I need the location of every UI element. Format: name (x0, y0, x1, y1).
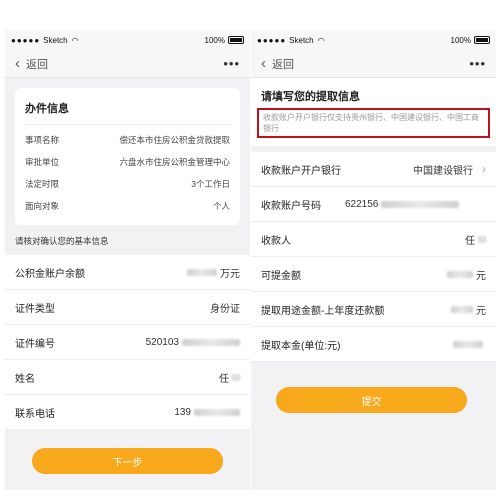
battery-icon (474, 36, 490, 44)
field-value: 万元 (220, 268, 240, 280)
info-label: 面向对象 (25, 201, 60, 211)
field-value: 身份证 (210, 303, 240, 315)
field-value-wrap (453, 340, 486, 348)
available-amount-row: 可提金额 元 (251, 257, 496, 292)
info-value: 偿还本市住房公积金贷款提取 (119, 135, 230, 145)
status-bar: ●●●●● Sketch ◠ 100% (5, 30, 250, 50)
repayment-amount-row: 提取用途金额-上年度还款额 元 (251, 292, 496, 327)
signal-icon: ●●●●● (11, 35, 41, 45)
info-value: 个人 (212, 201, 230, 211)
wifi-icon: ◠ (71, 35, 79, 45)
principal-row[interactable]: 提取本金(单位:元) (251, 327, 496, 362)
field-value-wrap: 中国建设银行 › (413, 162, 486, 177)
left-screen: ●●●●● Sketch ◠ 100% ‹ 返回 ••• 办件信息 事项名称 偿… (5, 30, 250, 490)
field-value: 任 (219, 373, 229, 385)
field-value-wrap: 任 (219, 370, 240, 385)
field-label: 提取本金(单位:元) (261, 340, 341, 352)
field-label: 证件编号 (15, 338, 55, 350)
redacted-value (451, 305, 473, 313)
basic-info-list: 公积金账户余额 万元 证件类型 身份证 证件编号 520103 姓名 任 联系电… (5, 255, 250, 430)
account-number-field[interactable]: 622156 (345, 199, 378, 210)
chevron-right-icon: › (482, 162, 486, 176)
confirm-hint: 请核对确认您的基本信息 (15, 236, 109, 246)
back-button[interactable]: 返回 (272, 56, 294, 72)
redacted-value (453, 340, 483, 348)
notice-wrap: 收款账户开户银行仅支持贵州银行、中国建设银行、中国工商银行 (251, 106, 496, 146)
redacted-value (232, 373, 240, 381)
info-row: 面向对象 个人 (25, 195, 230, 217)
field-value-wrap: 622156 (345, 199, 460, 210)
submit-button[interactable]: 提交 (276, 387, 467, 413)
field-row-id-number: 证件编号 520103 (5, 325, 250, 360)
payee-value: 任 (465, 235, 475, 247)
field-row-id-type: 证件类型 身份证 (5, 290, 250, 325)
field-value-wrap: 元 (447, 267, 486, 282)
info-row: 法定时限 3个工作日 (25, 173, 230, 195)
field-value-wrap: 139 (174, 407, 240, 418)
info-value: 3个工作日 (191, 179, 230, 189)
right-screen: ●●●●● Sketch ◠ 100% ‹ 返回 ••• 请填写您的提取信息 收… (251, 30, 496, 490)
field-label: 姓名 (15, 373, 35, 385)
field-value: 520103 (145, 336, 179, 348)
field-label: 联系电话 (15, 408, 55, 420)
redacted-value (187, 268, 217, 276)
redacted-value (447, 270, 473, 278)
info-card-title: 办件信息 (25, 96, 230, 125)
battery-icon (228, 36, 244, 44)
info-value: 六盘水市住房公积金管理中心 (119, 157, 230, 167)
withdraw-form: 收款账户开户银行 中国建设银行 › 收款账户号码 622156 收款人 任 可提… (251, 152, 496, 362)
nav-bar: ‹ 返回 ••• (251, 50, 496, 78)
field-value: 元 (476, 270, 486, 282)
field-label: 可提金额 (261, 270, 301, 282)
carrier-label: Sketch (43, 35, 68, 45)
info-label: 法定时限 (25, 179, 60, 189)
redacted-value (381, 200, 460, 208)
field-label: 公积金账户余额 (15, 268, 85, 280)
field-value-wrap: 任 (465, 232, 486, 247)
field-row-balance: 公积金账户余额 万元 (5, 255, 250, 290)
info-row: 事项名称 偿还本市住房公积金贷款提取 (25, 129, 230, 151)
battery-indicator: 100% (205, 36, 244, 45)
field-value-wrap: 520103 (146, 337, 240, 348)
field-row-phone: 联系电话 139 (5, 395, 250, 430)
signal-icon: ●●●●● (257, 35, 287, 45)
back-button[interactable]: 返回 (26, 56, 48, 72)
payee-row: 收款人 任 (251, 222, 496, 257)
chevron-left-icon[interactable]: ‹ (261, 56, 266, 71)
battery-indicator: 100% (451, 36, 490, 45)
next-button[interactable]: 下一步 (32, 448, 223, 474)
info-label: 审批单位 (25, 157, 60, 167)
field-label: 收款账户开户银行 (261, 165, 341, 177)
nav-bar: ‹ 返回 ••• (5, 50, 250, 78)
field-value: 元 (476, 305, 486, 317)
bank-select-row[interactable]: 收款账户开户银行 中国建设银行 › (251, 152, 496, 187)
battery-label: 100% (204, 35, 225, 45)
field-label: 提取用途金额-上年度还款额 (261, 305, 385, 317)
info-row: 审批单位 六盘水市住房公积金管理中心 (25, 151, 230, 173)
field-label: 证件类型 (15, 303, 55, 315)
field-label: 收款人 (261, 235, 291, 247)
info-card: 办件信息 事项名称 偿还本市住房公积金贷款提取 审批单位 六盘水市住房公积金管理… (15, 88, 240, 225)
bank-notice: 收款账户开户银行仅支持贵州银行、中国建设银行、中国工商银行 (257, 108, 490, 138)
field-label: 收款账户号码 (261, 200, 321, 212)
status-bar: ●●●●● Sketch ◠ 100% (251, 30, 496, 50)
field-value-wrap: 万元 (187, 265, 240, 280)
info-label: 事项名称 (25, 135, 60, 145)
field-value: 139 (174, 406, 191, 418)
account-number-row[interactable]: 收款账户号码 622156 (251, 187, 496, 222)
field-row-name: 姓名 任 (5, 360, 250, 395)
page-title: 请填写您的提取信息 (251, 78, 496, 106)
bank-select-value: 中国建设银行 (413, 165, 473, 177)
redacted-value (194, 408, 240, 416)
carrier-label: Sketch (289, 35, 314, 45)
chevron-left-icon[interactable]: ‹ (15, 56, 20, 71)
more-icon[interactable]: ••• (469, 56, 486, 71)
battery-label: 100% (450, 35, 471, 45)
wifi-icon: ◠ (317, 35, 325, 45)
redacted-value (478, 235, 486, 243)
redacted-value (182, 338, 240, 346)
more-icon[interactable]: ••• (223, 56, 240, 71)
field-value-wrap: 元 (451, 302, 486, 317)
